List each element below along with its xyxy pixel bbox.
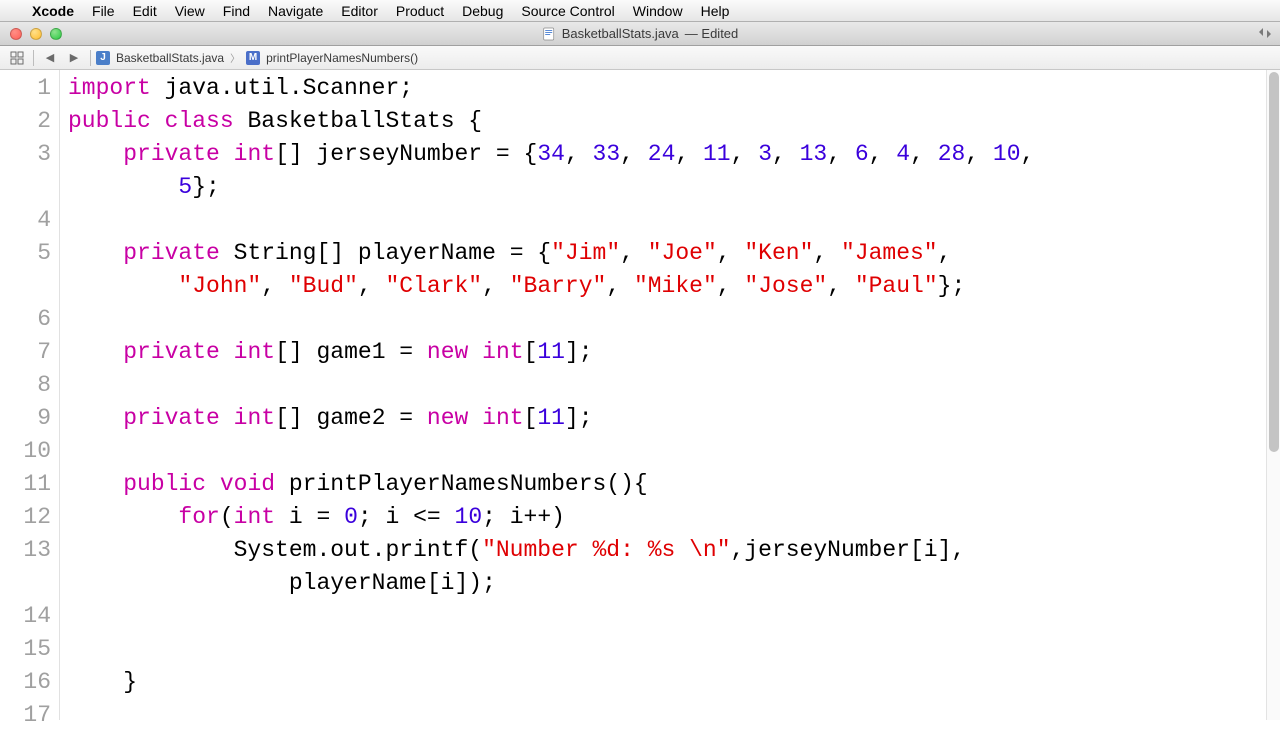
menu-file[interactable]: File: [92, 3, 115, 19]
method-icon: M: [246, 51, 260, 65]
vertical-scrollbar[interactable]: [1266, 70, 1280, 720]
file-icon: [542, 27, 556, 41]
zoom-button[interactable]: [50, 28, 62, 40]
chevron-right-icon: 〉: [230, 50, 240, 65]
menu-find[interactable]: Find: [223, 3, 250, 19]
separator: [90, 50, 91, 66]
jump-bar: ◀ ▶ J BasketballStats.java 〉 M printPlay…: [0, 46, 1280, 70]
nav-forward-button[interactable]: ▶: [63, 48, 85, 68]
separator: [33, 50, 34, 66]
scrollbar-thumb[interactable]: [1269, 72, 1279, 452]
menu-navigate[interactable]: Navigate: [268, 3, 323, 19]
close-button[interactable]: [10, 28, 22, 40]
menu-debug[interactable]: Debug: [462, 3, 503, 19]
line-gutter: 123 45 678910111213 14151617: [0, 70, 60, 720]
menu-source-control[interactable]: Source Control: [521, 3, 614, 19]
menu-edit[interactable]: Edit: [133, 3, 157, 19]
menu-editor[interactable]: Editor: [341, 3, 378, 19]
title-status: — Edited: [685, 26, 738, 41]
menu-help[interactable]: Help: [701, 3, 730, 19]
titlebar-title: BasketballStats.java — Edited: [542, 26, 739, 41]
window-titlebar: BasketballStats.java — Edited: [0, 22, 1280, 46]
breadcrumb: J BasketballStats.java 〉 M printPlayerNa…: [96, 50, 418, 65]
breadcrumb-file[interactable]: BasketballStats.java: [116, 51, 224, 65]
breadcrumb-symbol[interactable]: printPlayerNamesNumbers(): [266, 51, 418, 65]
minimize-button[interactable]: [30, 28, 42, 40]
code-editor[interactable]: 123 45 678910111213 14151617 import java…: [0, 70, 1266, 720]
menubar: Xcode File Edit View Find Navigate Edito…: [0, 0, 1280, 22]
java-file-icon: J: [96, 51, 110, 65]
window-controls: [0, 28, 62, 40]
menu-product[interactable]: Product: [396, 3, 444, 19]
code-area[interactable]: import java.util.Scanner; public class B…: [60, 70, 1266, 720]
menu-view[interactable]: View: [175, 3, 205, 19]
menu-app[interactable]: Xcode: [32, 3, 74, 19]
related-items-button[interactable]: [6, 48, 28, 68]
title-filename: BasketballStats.java: [562, 26, 679, 41]
fullscreen-button[interactable]: [1256, 25, 1274, 41]
nav-back-button[interactable]: ◀: [39, 48, 61, 68]
menu-window[interactable]: Window: [633, 3, 683, 19]
